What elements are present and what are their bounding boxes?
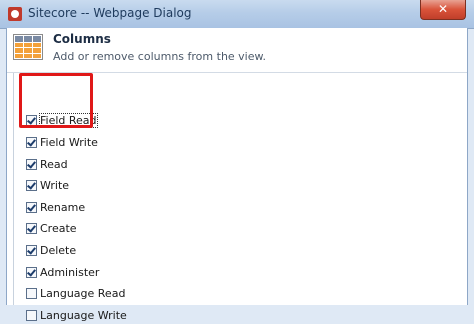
checkbox[interactable] [26, 266, 37, 278]
checkbox[interactable] [26, 244, 37, 256]
column-item-language-write[interactable]: Language Write [26, 306, 127, 324]
column-label: Field Write [40, 135, 98, 149]
highlight-box [19, 73, 93, 128]
column-item-field-write[interactable]: Field Write [26, 133, 98, 151]
close-button[interactable]: ✕ [420, 0, 466, 20]
column-label: Language Write [40, 308, 127, 322]
column-label: Language Read [40, 286, 126, 300]
checkbox[interactable] [26, 179, 37, 191]
dialog-subtitle: Add or remove columns from the view. [53, 50, 266, 63]
column-item-administer[interactable]: Administer [26, 263, 99, 281]
column-item-delete[interactable]: Delete [26, 241, 76, 259]
column-label: Create [40, 221, 77, 235]
column-item-rename[interactable]: Rename [26, 198, 85, 216]
column-item-create[interactable]: Create [26, 219, 77, 237]
checkbox[interactable] [26, 309, 37, 321]
checkbox[interactable] [26, 136, 37, 148]
columns-icon [13, 34, 43, 60]
dialog-header: Columns Add or remove columns from the v… [7, 28, 467, 73]
checkbox[interactable] [26, 158, 37, 170]
title-bar: Sitecore -- Webpage Dialog ✕ [0, 0, 474, 29]
column-label: Rename [40, 200, 86, 214]
checkbox[interactable] [26, 201, 37, 213]
column-item-language-read[interactable]: Language Read [26, 284, 125, 302]
dialog-title: Columns [53, 32, 111, 46]
checkbox[interactable] [26, 222, 37, 234]
column-item-write[interactable]: Write [26, 176, 69, 194]
column-label: Delete [40, 243, 77, 257]
checkbox[interactable] [26, 287, 37, 299]
sitecore-logo-icon [8, 7, 22, 21]
column-label: Write [40, 178, 70, 192]
column-item-read[interactable]: Read [26, 155, 68, 173]
column-label: Read [40, 157, 68, 171]
window-title: Sitecore -- Webpage Dialog [28, 6, 192, 20]
column-label: Administer [40, 265, 100, 279]
dialog-frame: Columns Add or remove columns from the v… [6, 28, 468, 322]
